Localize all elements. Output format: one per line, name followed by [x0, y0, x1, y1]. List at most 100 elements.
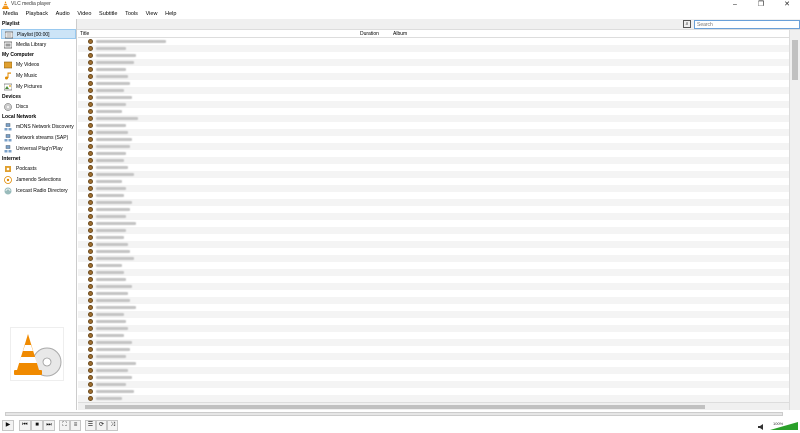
table-row[interactable]: [78, 136, 789, 143]
table-row[interactable]: [78, 80, 789, 87]
table-row[interactable]: [78, 94, 789, 101]
table-row[interactable]: [78, 185, 789, 192]
speaker-icon[interactable]: [758, 424, 766, 430]
table-row[interactable]: [78, 206, 789, 213]
table-row[interactable]: [78, 157, 789, 164]
table-row[interactable]: [78, 129, 789, 136]
sidebar-item-my-music[interactable]: My Music: [1, 71, 76, 81]
sidebar-item-my-pictures[interactable]: My Pictures: [1, 82, 76, 92]
loop-button[interactable]: ⟳: [96, 420, 107, 431]
table-row[interactable]: [78, 227, 789, 234]
table-row[interactable]: [78, 262, 789, 269]
table-row[interactable]: [78, 381, 789, 388]
menu-help[interactable]: Help: [165, 10, 176, 19]
table-row[interactable]: [78, 87, 789, 94]
table-row[interactable]: [78, 297, 789, 304]
sidebar-item-media-library[interactable]: Media Library: [1, 40, 76, 50]
sidebar-item-my-videos[interactable]: My Videos: [1, 60, 76, 70]
table-row[interactable]: [78, 269, 789, 276]
sidebar-item-discs[interactable]: Discs: [1, 102, 76, 112]
menu-tools[interactable]: Tools: [125, 10, 138, 19]
table-row[interactable]: [78, 395, 789, 402]
table-row[interactable]: [78, 38, 789, 45]
extended-settings-button[interactable]: ≡: [70, 420, 81, 431]
sidebar-item-playlist[interactable]: Playlist [00:00]: [1, 29, 76, 39]
play-button[interactable]: ▶: [2, 420, 14, 431]
table-row[interactable]: [78, 73, 789, 80]
maximize-button[interactable]: ❐: [748, 0, 774, 10]
table-row[interactable]: [78, 220, 789, 227]
table-row[interactable]: [78, 276, 789, 283]
table-row[interactable]: [78, 248, 789, 255]
table-row[interactable]: [78, 367, 789, 374]
table-row[interactable]: [78, 318, 789, 325]
table-row[interactable]: [78, 52, 789, 59]
table-row[interactable]: [78, 108, 789, 115]
table-row[interactable]: [78, 122, 789, 129]
column-duration[interactable]: Duration: [360, 31, 379, 37]
table-row[interactable]: [78, 199, 789, 206]
menu-playback[interactable]: Playback: [26, 10, 48, 19]
menu-subtitle[interactable]: Subtitle: [99, 10, 117, 19]
volume-control[interactable]: 100%: [770, 421, 798, 430]
table-row[interactable]: [78, 59, 789, 66]
stop-button[interactable]: ■: [31, 420, 43, 431]
table-row[interactable]: [78, 283, 789, 290]
row-title-redacted: [96, 369, 128, 372]
table-row[interactable]: [78, 45, 789, 52]
table-row[interactable]: [78, 101, 789, 108]
table-row[interactable]: [78, 143, 789, 150]
column-title[interactable]: Title: [80, 31, 89, 37]
scroll-thumb[interactable]: [85, 405, 705, 409]
table-row[interactable]: [78, 290, 789, 297]
seek-slider[interactable]: [5, 412, 783, 416]
sidebar-item-jamendo[interactable]: Jamendo Selections: [1, 175, 76, 185]
fullscreen-button[interactable]: ⛶: [59, 420, 70, 431]
previous-button[interactable]: ⏮: [19, 420, 31, 431]
table-row[interactable]: [78, 213, 789, 220]
next-button[interactable]: ⏭: [43, 420, 55, 431]
menu-video[interactable]: Video: [77, 10, 91, 19]
table-row[interactable]: [78, 192, 789, 199]
minimize-button[interactable]: –: [722, 0, 748, 10]
table-row[interactable]: [78, 178, 789, 185]
media-item-icon: [88, 277, 93, 282]
table-row[interactable]: [78, 332, 789, 339]
table-row[interactable]: [78, 360, 789, 367]
media-item-icon: [88, 298, 93, 303]
vertical-scrollbar[interactable]: [789, 30, 800, 410]
sidebar-item-icecast[interactable]: Icecast Radio Directory: [1, 186, 76, 196]
table-row[interactable]: [78, 164, 789, 171]
table-row[interactable]: [78, 150, 789, 157]
sidebar-item-mdns[interactable]: mDNS Network Discovery: [1, 122, 76, 132]
table-row[interactable]: [78, 66, 789, 73]
sidebar-item-upnp[interactable]: Universal Plug'n'Play: [1, 144, 76, 154]
table-row[interactable]: [78, 325, 789, 332]
table-row[interactable]: [78, 353, 789, 360]
table-row[interactable]: [78, 311, 789, 318]
row-title-redacted: [96, 40, 166, 43]
search-input[interactable]: [694, 20, 800, 29]
close-button[interactable]: ✕: [774, 0, 800, 10]
scroll-thumb[interactable]: [792, 40, 798, 80]
table-row[interactable]: [78, 115, 789, 122]
random-button[interactable]: ⤨: [107, 420, 118, 431]
table-row[interactable]: [78, 171, 789, 178]
table-row[interactable]: [78, 346, 789, 353]
table-row[interactable]: [78, 304, 789, 311]
sidebar-item-sap[interactable]: Network streams (SAP): [1, 133, 76, 143]
table-row[interactable]: [78, 255, 789, 262]
menu-media[interactable]: Media: [3, 10, 18, 19]
table-row[interactable]: [78, 241, 789, 248]
menu-audio[interactable]: Audio: [56, 10, 70, 19]
menu-view[interactable]: View: [146, 10, 158, 19]
table-row[interactable]: [78, 234, 789, 241]
column-album[interactable]: Album: [393, 31, 407, 37]
playlist-toggle-button[interactable]: ☰: [85, 420, 96, 431]
table-row[interactable]: [78, 374, 789, 381]
table-row[interactable]: [78, 388, 789, 395]
search-options-button[interactable]: ⌕: [683, 20, 691, 28]
horizontal-scrollbar[interactable]: [78, 402, 789, 410]
table-row[interactable]: [78, 339, 789, 346]
sidebar-item-podcasts[interactable]: Podcasts: [1, 164, 76, 174]
